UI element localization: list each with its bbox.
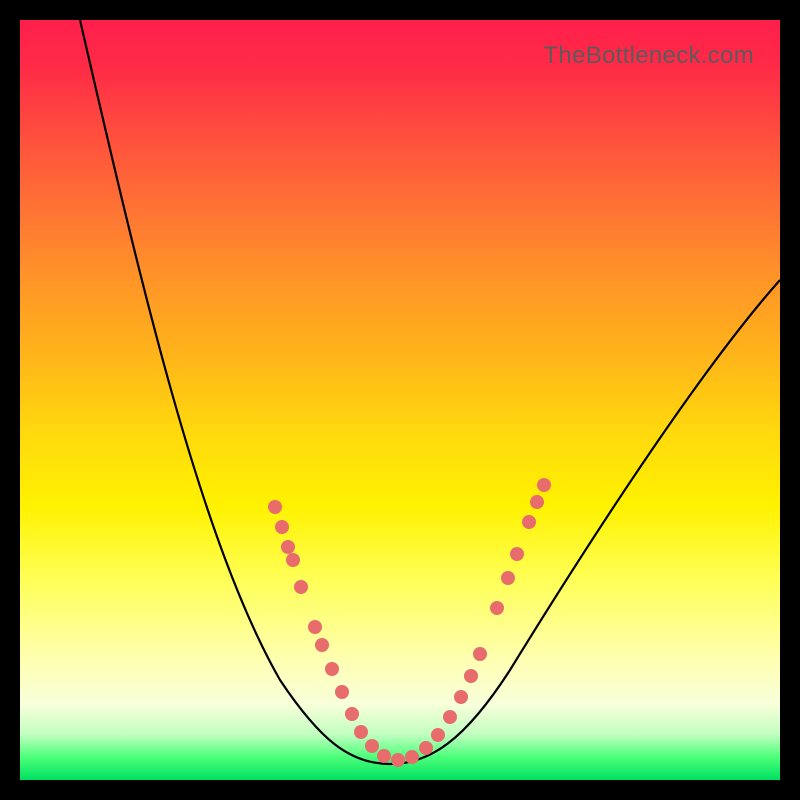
- data-dot: [522, 515, 536, 529]
- chart-container: TheBottleneck.com: [0, 0, 800, 800]
- data-dot: [391, 753, 405, 767]
- data-dot: [510, 547, 524, 561]
- data-dot: [405, 750, 419, 764]
- data-dot: [281, 540, 295, 554]
- data-dot: [419, 741, 433, 755]
- data-dot: [325, 662, 339, 676]
- data-dot: [443, 710, 457, 724]
- data-dot: [431, 728, 445, 742]
- data-dot: [268, 500, 282, 514]
- data-dot: [537, 478, 551, 492]
- data-dot: [473, 647, 487, 661]
- bottleneck-curve-path: [80, 20, 780, 764]
- data-dot: [275, 520, 289, 534]
- bottleneck-curve-svg: [20, 20, 780, 780]
- data-dot: [354, 725, 368, 739]
- data-dot: [335, 685, 349, 699]
- data-dot: [308, 620, 322, 634]
- data-dot: [530, 495, 544, 509]
- data-dot: [377, 749, 391, 763]
- data-dot: [464, 669, 478, 683]
- data-dot: [365, 739, 379, 753]
- plot-area: TheBottleneck.com: [20, 20, 780, 780]
- data-dot: [286, 553, 300, 567]
- data-dot: [345, 707, 359, 721]
- data-dot: [490, 601, 504, 615]
- data-dots-group: [268, 478, 551, 767]
- data-dot: [294, 580, 308, 594]
- data-dot: [315, 638, 329, 652]
- data-dot: [454, 690, 468, 704]
- data-dot: [501, 571, 515, 585]
